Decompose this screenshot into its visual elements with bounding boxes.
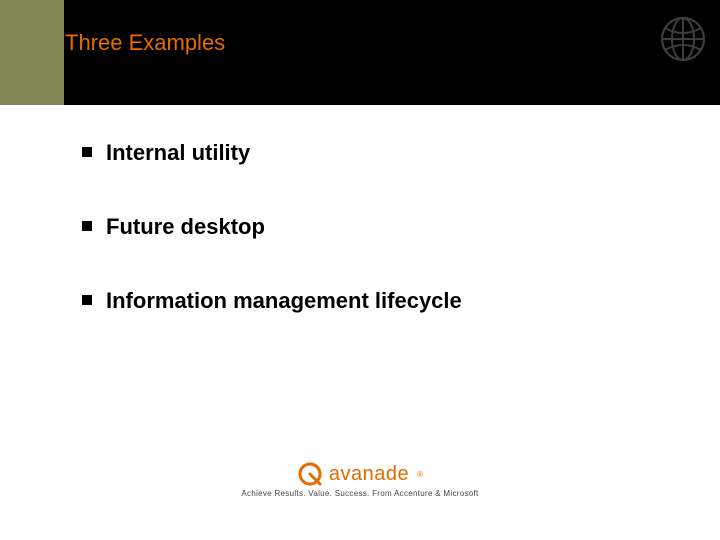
- brand-registered: ®: [417, 470, 423, 479]
- bullet-icon: [82, 147, 92, 157]
- bullet-text: Internal utility: [106, 140, 250, 166]
- avanade-logo-icon: [297, 461, 323, 487]
- footer-logo: avanade ® Achieve Results. Value. Succes…: [0, 461, 720, 498]
- list-item: Future desktop: [82, 214, 660, 240]
- header-bar: Three Examples: [0, 0, 720, 105]
- bullet-list: Internal utility Future desktop Informat…: [82, 140, 660, 362]
- globe-icon: [660, 16, 706, 62]
- slide-title: Three Examples: [65, 30, 225, 56]
- bullet-icon: [82, 221, 92, 231]
- list-item: Internal utility: [82, 140, 660, 166]
- list-item: Information management lifecycle: [82, 288, 660, 314]
- slide: Three Examples Internal utility Future d…: [0, 0, 720, 540]
- bullet-text: Information management lifecycle: [106, 288, 462, 314]
- brand-tagline: Achieve Results. Value. Success. From Ac…: [241, 489, 478, 498]
- accent-block: [0, 0, 64, 105]
- bullet-icon: [82, 295, 92, 305]
- brand-name: avanade: [329, 463, 409, 486]
- bullet-text: Future desktop: [106, 214, 265, 240]
- logo-row: avanade ®: [297, 461, 423, 487]
